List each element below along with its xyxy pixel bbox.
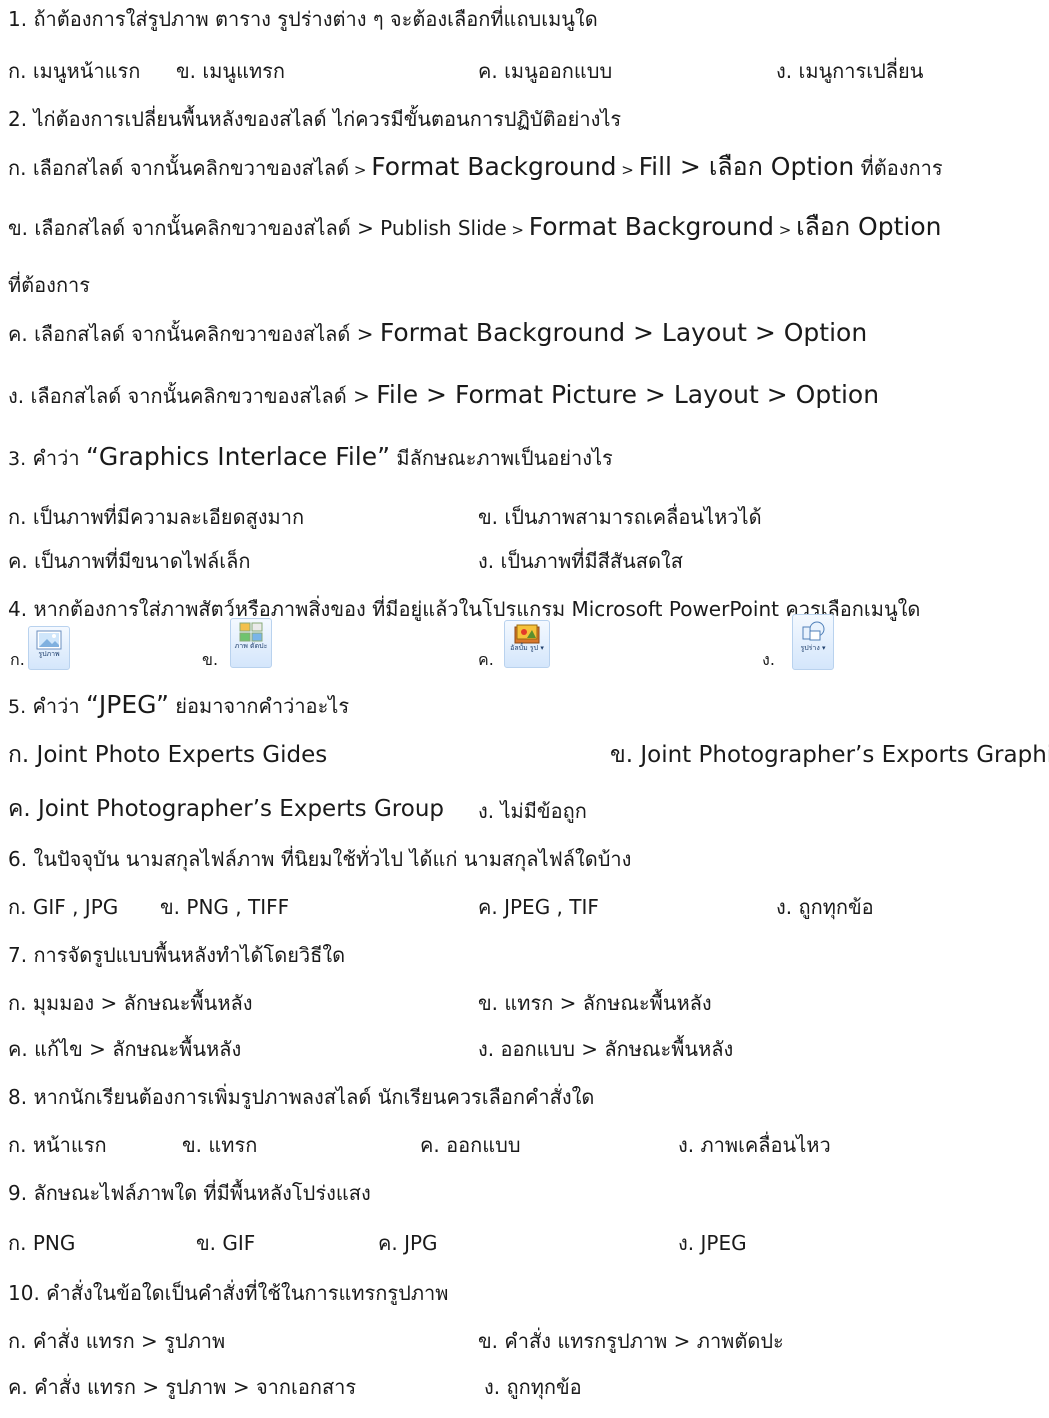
- q3-part: มีลักษณะภาพเป็นอย่างไร: [390, 446, 613, 470]
- q4-option-a: ก.: [10, 650, 25, 669]
- q3-part: คำว่า: [26, 446, 86, 470]
- q5-option-d: ง. ไม่มีข้อถูก: [478, 799, 587, 823]
- q2-a-part: ที่ต้องการ: [854, 156, 943, 180]
- q5-part: “JPEG”: [85, 690, 169, 719]
- q2-a-part: >: [616, 161, 639, 179]
- question-6: 6. ในปัจจุบัน นามสกุลไฟล์ภาพ ที่นิยมใช้ท…: [8, 847, 632, 871]
- q4-option-b: ข.: [202, 650, 219, 669]
- q4-option-d: ง.: [762, 650, 775, 669]
- q2-b-part: >: [773, 221, 797, 239]
- q7-option-a: ก. มุมมอง > ลักษณะพื้นหลัง: [8, 991, 253, 1015]
- q9-option-a: ก. PNG: [8, 1231, 76, 1255]
- q2-b-part: Format Background: [528, 212, 774, 241]
- q1-option-d: ง. เมนูการเปลี่ยน: [776, 59, 924, 83]
- q2-option-b: ข. เลือกสไลด์ จากนั้นคลิกขวาของสไลด์ > P…: [8, 212, 941, 245]
- q2-a-part: >: [349, 161, 372, 179]
- q3-option-d: ง. เป็นภาพที่มีสีสันสดใส: [478, 549, 683, 573]
- q2-b-part: เลือก Option: [796, 212, 942, 241]
- q2-option-b-cont: ที่ต้องการ: [8, 273, 91, 297]
- q5-part: คำว่า: [26, 694, 86, 718]
- clipart-ribbon-button: ภาพ ตัดปะ: [230, 618, 272, 668]
- clipart-icon-label: ภาพ ตัดปะ: [234, 642, 268, 650]
- q10-option-b: ข. คำสั่ง แทรกรูปภาพ > ภาพตัดปะ: [478, 1329, 784, 1353]
- question-2: 2. ไก่ต้องการเปลี่ยนพื้นหลังของสไลด์ ไก่…: [8, 107, 622, 131]
- q6-option-a: ก. GIF , JPG: [8, 895, 119, 919]
- clipart-icon: [239, 622, 263, 642]
- q2-option-c: ค. เลือกสไลด์ จากนั้นคลิกขวาของสไลด์ > F…: [8, 318, 867, 349]
- q6-option-c: ค. JPEG , TIF: [478, 895, 599, 919]
- q5-part: 5.: [8, 696, 27, 718]
- q2-c-part: ค. เลือกสไลด์ จากนั้นคลิกขวาของสไลด์ >: [8, 322, 380, 346]
- question-3: 3. คำว่า “Graphics Interlace File” มีลัก…: [8, 442, 613, 474]
- q10-option-c: ค. คำสั่ง แทรก > รูปภาพ > จากเอกสาร: [8, 1375, 357, 1399]
- photo-album-icon-label: อัลบั้ม รูป ▾: [510, 644, 544, 652]
- question-8: 8. หากนักเรียนต้องการเพิ่มรูปภาพลงสไลด์ …: [8, 1085, 595, 1109]
- q1-option-c: ค. เมนูออกแบบ: [478, 59, 613, 83]
- q3-option-c: ค. เป็นภาพที่มีขนาดไฟล์เล็ก: [8, 549, 251, 573]
- photo-album-ribbon-button: อัลบั้ม รูป ▾: [504, 620, 550, 668]
- q3-part: “Graphics Interlace File”: [85, 442, 391, 471]
- shapes-icon: [802, 621, 825, 641]
- q6-option-b: ข. PNG , TIFF: [160, 895, 290, 919]
- picture-icon-label: รูปภาพ: [38, 650, 60, 658]
- q1-option-a: ก. เมนูหน้าแรก: [8, 59, 141, 83]
- q2-c-part: Format Background > Layout > Option: [379, 318, 868, 347]
- q9-option-c: ค. JPG: [378, 1231, 438, 1255]
- q2-b-part: ข. เลือกสไลด์ จากนั้นคลิกขวาของสไลด์ > P…: [8, 216, 507, 240]
- q2-b-part: >: [506, 221, 529, 239]
- q9-option-d: ง. JPEG: [678, 1231, 747, 1255]
- q3-option-a: ก. เป็นภาพที่มีความละเอียดสูงมาก: [8, 505, 305, 529]
- q8-option-d: ง. ภาพเคลื่อนไหว: [678, 1133, 831, 1157]
- question-7: 7. การจัดรูปแบบพื้นหลังทำได้โดยวิธีใด: [8, 943, 346, 967]
- q7-option-d: ง. ออกแบบ > ลักษณะพื้นหลัง: [478, 1037, 734, 1061]
- q1-option-b: ข. เมนูแทรก: [176, 59, 286, 83]
- q2-d-part: ง. เลือกสไลด์ จากนั้นคลิกขวาของสไลด์ >: [8, 384, 377, 408]
- q2-option-d: ง. เลือกสไลด์ จากนั้นคลิกขวาของสไลด์ > F…: [8, 380, 879, 411]
- shapes-icon-label: รูปร่าง ▾: [800, 644, 826, 652]
- q3-option-b: ข. เป็นภาพสามารถเคลื่อนไหวได้: [478, 505, 762, 529]
- q4-option-c: ค.: [478, 650, 494, 669]
- q3-part: 3.: [8, 448, 27, 470]
- question-4: 4. หากต้องการใส่ภาพสัตว์หรือภาพสิ่งของ ท…: [8, 597, 921, 621]
- q2-a-part: ก. เลือกสไลด์ จากนั้นคลิกขวาของสไลด์: [8, 156, 350, 180]
- q10-option-a: ก. คำสั่ง แทรก > รูปภาพ: [8, 1329, 226, 1353]
- q7-option-b: ข. แทรก > ลักษณะพื้นหลัง: [478, 991, 712, 1015]
- quiz-document: 1. ถ้าต้องการใส่รูปภาพ ตาราง รูปร่างต่าง…: [0, 0, 1049, 1418]
- q2-a-part: Fill > เลือก Option: [638, 152, 855, 181]
- q2-option-a: ก. เลือกสไลด์ จากนั้นคลิกขวาของสไลด์ > F…: [8, 152, 943, 185]
- q5-option-a: ก. Joint Photo Experts Gides: [8, 742, 328, 768]
- q9-option-b: ข. GIF: [196, 1231, 256, 1255]
- q10-option-d: ง. ถูกทุกข้อ: [484, 1375, 582, 1399]
- picture-ribbon-button: รูปภาพ: [28, 626, 70, 670]
- question-1: 1. ถ้าต้องการใส่รูปภาพ ตาราง รูปร่างต่าง…: [8, 7, 598, 31]
- q5-part: ย่อมาจากคำว่าอะไร: [168, 694, 350, 718]
- question-10: 10. คำสั่งในข้อใดเป็นคำสั่งที่ใช้ในการแท…: [8, 1281, 449, 1305]
- q8-option-a: ก. หน้าแรก: [8, 1133, 107, 1157]
- question-9: 9. ลักษณะไฟล์ภาพใด ที่มีพื้นหลังโปร่งแสง: [8, 1181, 371, 1205]
- q2-d-part: File > Format Picture > Layout > Option: [376, 380, 880, 409]
- q2-a-part: Format Background: [371, 152, 617, 181]
- question-5: 5. คำว่า “JPEG” ย่อมาจากคำว่าอะไร: [8, 690, 349, 722]
- q5-option-c: ค. Joint Photographer’s Experts Group: [8, 796, 444, 822]
- q7-option-c: ค. แก้ไข > ลักษณะพื้นหลัง: [8, 1037, 242, 1061]
- shapes-ribbon-button: รูปร่าง ▾: [792, 614, 834, 670]
- q8-option-b: ข. แทรก: [182, 1133, 258, 1157]
- q6-option-d: ง. ถูกทุกข้อ: [776, 895, 874, 919]
- picture-icon: [36, 630, 62, 650]
- photo-album-icon: [514, 624, 540, 644]
- q5-option-b: ข. Joint Photographer’s Exports Graphics: [610, 742, 1049, 768]
- q8-option-c: ค. ออกแบบ: [420, 1133, 521, 1157]
